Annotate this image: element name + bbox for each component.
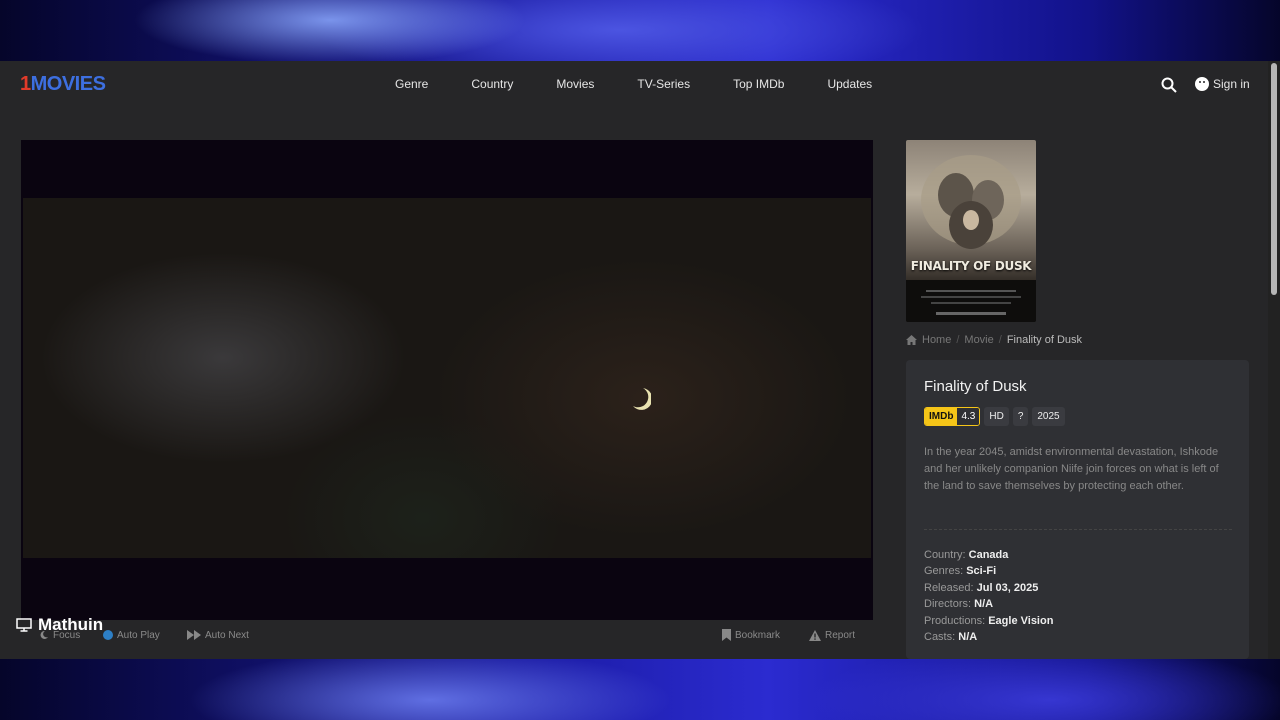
overlay-caption-text: Mathuin — [38, 615, 104, 634]
main-nav: Genre Country Movies TV-Series Top IMDb … — [395, 77, 915, 91]
imdb-score: 4.3 — [957, 408, 980, 425]
bookmark-label: Bookmark — [735, 629, 781, 641]
site-logo[interactable]: 1MOVIES — [20, 73, 106, 96]
breadcrumb-movie[interactable]: Movie — [964, 334, 993, 346]
video-frame[interactable] — [23, 198, 871, 558]
nav-updates[interactable]: Updates — [827, 77, 872, 91]
nav-movies[interactable]: Movies — [556, 77, 594, 91]
meta-casts-label: Casts: — [924, 631, 956, 644]
rating-badge: ? — [1012, 407, 1029, 426]
breadcrumb: Home / Movie / Finality of Dusk — [906, 334, 1082, 346]
autonext-toggle[interactable]: Auto Next — [187, 630, 249, 641]
meta-directors: Directors: N/A — [924, 596, 1053, 612]
autoplay-label: Auto Play — [117, 629, 160, 641]
report-label: Report — [825, 629, 856, 641]
movie-badges: IMDb 4.3 HD ? 2025 — [924, 407, 1065, 426]
movie-info-card: Finality of Dusk IMDb 4.3 HD ? 2025 In t… — [906, 360, 1249, 659]
meta-released-value: Jul 03, 2025 — [976, 581, 1039, 594]
bookmark-button[interactable]: Bookmark — [722, 629, 780, 641]
breadcrumb-separator: / — [998, 334, 1002, 346]
breadcrumb-home[interactable]: Home — [922, 334, 951, 346]
imdb-label: IMDb — [925, 408, 958, 425]
meta-country-label: Country: — [924, 549, 966, 561]
user-icon — [1195, 77, 1209, 91]
meta-directors-value: N/A — [974, 598, 994, 611]
breadcrumb-separator: / — [956, 334, 960, 346]
autoplay-indicator — [103, 630, 113, 640]
crescent-moon — [633, 388, 651, 410]
meta-genres-value[interactable]: Sci-Fi — [966, 565, 996, 577]
meta-casts-value: N/A — [958, 631, 978, 644]
autoplay-toggle[interactable]: Auto Play — [103, 630, 160, 641]
year-badge: 2025 — [1032, 407, 1065, 426]
meta-productions-value[interactable]: Eagle Vision — [988, 615, 1053, 627]
meta-productions-label: Productions: — [924, 614, 986, 627]
bookmark-icon — [722, 629, 731, 641]
logo-prefix: 1 — [20, 73, 31, 95]
logo-text: MOVIES — [30, 73, 106, 95]
monitor-icon — [16, 618, 32, 632]
player-controls-bar: Focus Auto Play Auto Next Bookmark Repor… — [21, 620, 873, 650]
imdb-badge: IMDb 4.3 — [924, 407, 981, 426]
meta-country-value[interactable]: Canada — [969, 549, 1009, 561]
breadcrumb-current: Finality of Dusk — [1006, 334, 1083, 346]
meta-productions: Productions: Eagle Vision — [924, 613, 1053, 629]
fast-forward-icon — [187, 630, 201, 640]
movie-title: Finality of Dusk — [924, 378, 1027, 395]
sign-in-button[interactable]: Sign in — [1195, 77, 1250, 91]
nav-tv-series[interactable]: TV-Series — [637, 77, 690, 91]
meta-released-label: Released: — [924, 581, 974, 594]
meta-released: Released: Jul 03, 2025 — [924, 580, 1053, 596]
search-icon[interactable] — [1161, 77, 1177, 93]
meta-genres-label: Genres: — [924, 565, 964, 578]
meta-genres: Genres: Sci-Fi — [924, 563, 1053, 579]
page-scrollbar[interactable] — [1268, 61, 1280, 659]
divider — [924, 529, 1232, 530]
meta-country: Country: Canada — [924, 547, 1053, 563]
poster-artwork — [906, 155, 1036, 322]
sign-in-label: Sign in — [1213, 77, 1250, 91]
meta-casts: Casts: N/A — [924, 629, 1053, 645]
meta-directors-label: Directors: — [924, 598, 972, 611]
warning-icon — [809, 629, 821, 641]
overlay-caption: Mathuin — [16, 615, 103, 635]
home-icon — [906, 335, 917, 345]
video-player[interactable] — [21, 140, 873, 620]
quality-badge: HD — [984, 407, 1009, 426]
movie-meta: Country: Canada Genres: Sci-Fi Released:… — [924, 547, 1053, 645]
autonext-label: Auto Next — [205, 629, 249, 641]
movie-poster: FINALITY OF DUSK — [906, 140, 1036, 322]
nav-country[interactable]: Country — [471, 77, 513, 91]
top-navigation-bar: 1MOVIES Genre Country Movies TV-Series T… — [0, 61, 1268, 109]
scrollbar-thumb[interactable] — [1271, 63, 1277, 295]
movie-description: In the year 2045, amidst environmental d… — [924, 446, 1219, 492]
report-button[interactable]: Report — [809, 629, 856, 641]
nav-top-imdb[interactable]: Top IMDb — [733, 77, 784, 91]
browser-page: 1MOVIES Genre Country Movies TV-Series T… — [0, 61, 1280, 659]
poster-title: FINALITY OF DUSK — [910, 259, 1032, 273]
nav-genre[interactable]: Genre — [395, 77, 428, 91]
